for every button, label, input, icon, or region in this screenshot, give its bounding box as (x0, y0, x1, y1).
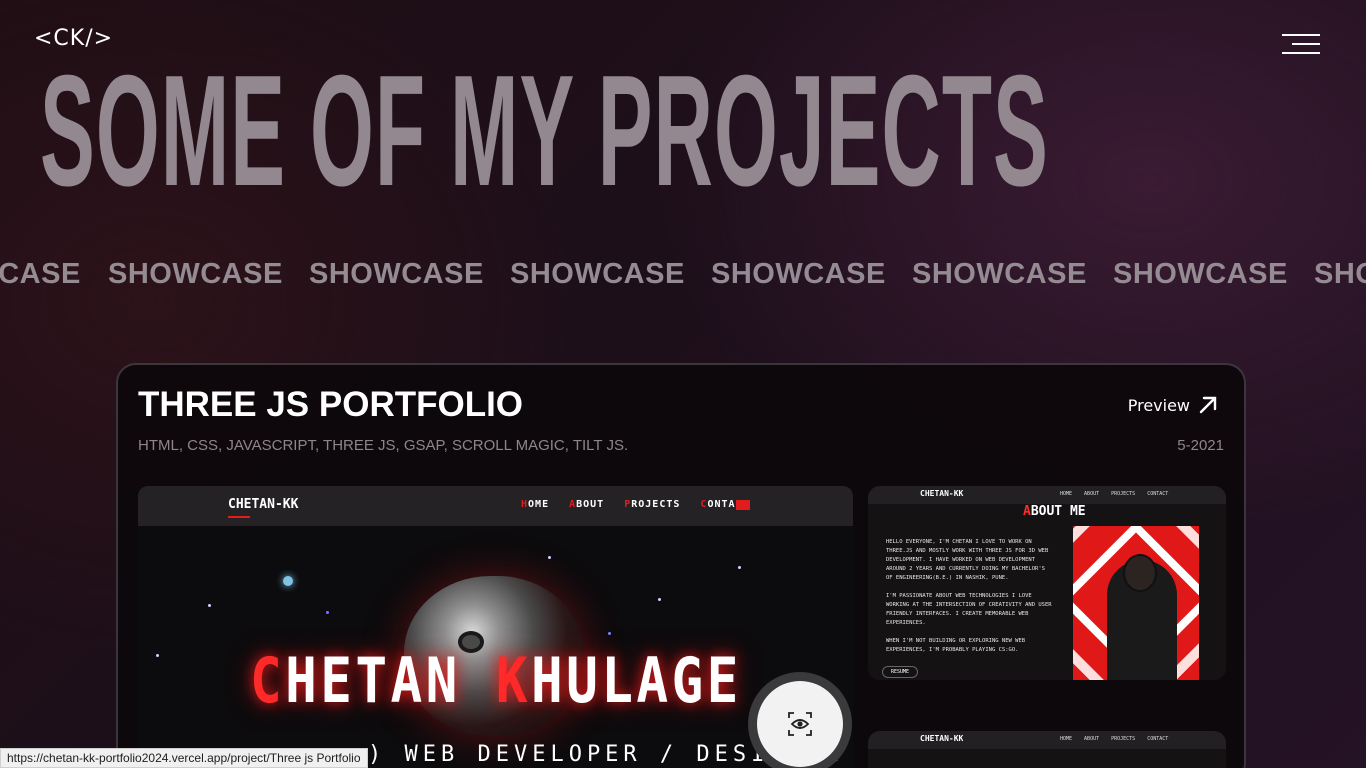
about-text: HELLO EVERYONE, I'M CHETAN I LOVE TO WOR… (886, 538, 1054, 664)
ticker-word: SHOWCASE (108, 258, 283, 290)
screenshot-nav-links: HOME ABOUT PROJECTS CONTACT (1060, 491, 1168, 497)
star (283, 576, 293, 586)
screenshot-navbar: CHETAN-KK HOME ABOUT PROJECTS CONTACT (868, 731, 1226, 749)
star (658, 598, 661, 601)
eye-focus-icon (788, 712, 812, 736)
screenshot-hero-name-first: HETAN (285, 644, 461, 717)
project-about-screenshot[interactable]: CHETAN-KK HOME ABOUT PROJECTS CONTACT AB… (868, 486, 1226, 680)
screenshot-nav-item: PROJECTS (1111, 736, 1136, 742)
project-main-screenshot[interactable]: CHETAN-KK HOME ABOUT PROJECTS CONTACT CH… (138, 486, 853, 768)
screenshot-brand: CHETAN-KK (920, 489, 964, 498)
screenshot-nav-item: CONTACT (1147, 736, 1169, 742)
screenshot-navbar: CHETAN-KK HOME ABOUT PROJECTS CONTACT (138, 486, 853, 526)
profile-photo (1073, 526, 1199, 680)
star (326, 611, 329, 614)
arrow-up-right-icon (1199, 396, 1217, 414)
menu-line (1282, 52, 1320, 54)
star (738, 566, 741, 569)
preview-label: Preview (1127, 395, 1190, 415)
star (208, 604, 211, 607)
screenshot-navbar: CHETAN-KK HOME ABOUT PROJECTS CONTACT (868, 486, 1226, 504)
project-title: THREE JS PORTFOLIO (138, 385, 524, 424)
screenshot-nav-item: HOME (1060, 736, 1073, 742)
ticker-word: SHOWCASE (912, 258, 1087, 290)
about-heading-initial: A (1023, 504, 1031, 519)
browser-status-bar: https://chetan-kk-portfolio2024.vercel.a… (0, 748, 368, 768)
screenshot-hero-name-last: HULAGE (531, 644, 742, 717)
star (608, 632, 611, 635)
view-button-face (757, 681, 843, 767)
screenshot-nav-item: ABOUT (1084, 491, 1100, 497)
page-title: SOME OF MY PROJECTS (40, 43, 1049, 219)
resume-button: RESUME (882, 666, 919, 678)
ticker-word: SHOWCASE (510, 258, 685, 290)
screenshot-brand: CHETAN-KK (920, 734, 964, 743)
screenshot-nav-item: ABOUT (569, 499, 605, 510)
about-heading: ABOUT ME (1023, 504, 1086, 519)
showcase-ticker: SHOWCASE SHOWCASE SHOWCASE SHOWCASE SHOW… (0, 258, 1366, 298)
ticker-word: SHOWCASE (1113, 258, 1288, 290)
screenshot-nav-item: HOME (521, 499, 550, 510)
screenshot-nav-links: HOME ABOUT PROJECTS CONTACT (521, 499, 750, 510)
about-paragraph: I'M PASSIONATE ABOUT WEB TECHNOLOGIES I … (886, 593, 1052, 626)
about-paragraph: WHEN I'M NOT BUILDING OR EXPLORING NEW W… (886, 638, 1026, 653)
ticker-word: SHOWCASE (711, 258, 886, 290)
screenshot-nav-item: PROJECTS (624, 499, 681, 510)
hamburger-menu-icon[interactable] (1278, 30, 1324, 62)
project-card: THREE JS PORTFOLIO Preview HTML, CSS, JA… (116, 363, 1246, 768)
ticker-word: SHOWCASE (309, 258, 484, 290)
person-head (1123, 554, 1157, 592)
screenshot-brand: CHETAN-KK (228, 497, 299, 518)
menu-line (1292, 43, 1320, 45)
preview-link[interactable]: Preview (1128, 395, 1218, 415)
about-paragraph: HELLO EVERYONE, I'M CHETAN I LOVE TO WOR… (886, 539, 1049, 581)
flag-icon (736, 500, 750, 510)
star (156, 654, 159, 657)
ticker-word: SHOWCASE (1314, 258, 1366, 290)
project-date: 5-2021 (1177, 437, 1224, 454)
project-tech-tags: HTML, CSS, JAVASCRIPT, THREE JS, GSAP, S… (138, 437, 629, 454)
screenshot-nav-item: HOME (1060, 491, 1073, 497)
ticker-word: SHOWCASE (0, 258, 81, 290)
star (548, 556, 551, 559)
view-project-button[interactable] (748, 672, 852, 768)
screenshot-nav-item: ABOUT (1084, 736, 1100, 742)
screenshot-nav-item: PROJECTS (1111, 491, 1136, 497)
screenshot-hero-name: CHETAN KHULAGE (250, 644, 742, 717)
about-heading-rest: BOUT ME (1030, 504, 1086, 519)
menu-line (1282, 34, 1320, 36)
project-third-screenshot[interactable]: CHETAN-KK HOME ABOUT PROJECTS CONTACT (868, 731, 1226, 768)
screenshot-nav-links: HOME ABOUT PROJECTS CONTACT (1060, 736, 1168, 742)
screenshot-nav-item: CONTACT (1147, 491, 1169, 497)
